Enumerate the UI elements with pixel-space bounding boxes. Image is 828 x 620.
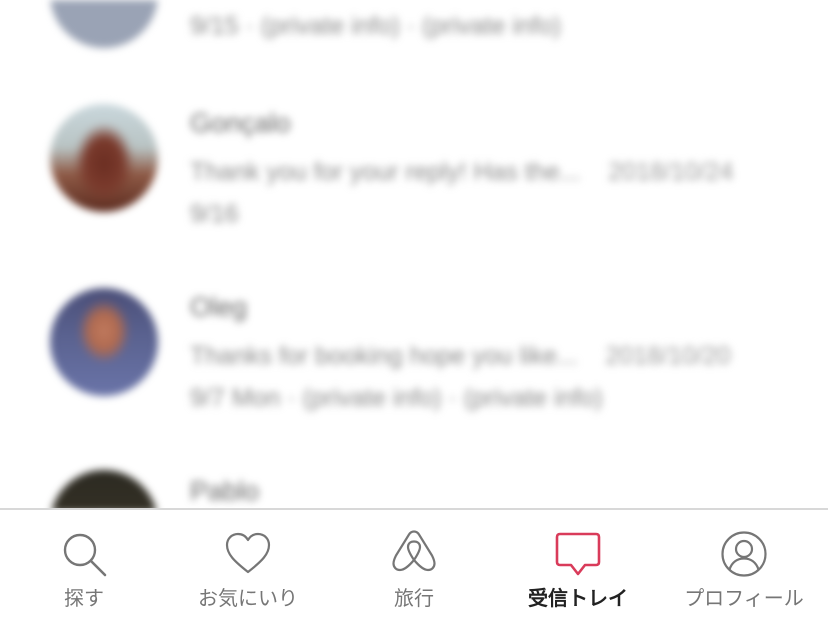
search-icon xyxy=(63,533,107,577)
sender-name: Gonçalo xyxy=(190,108,291,138)
tab-search[interactable]: 探す xyxy=(4,510,164,620)
tab-label: お気にいり xyxy=(198,586,298,610)
message-preview-line: Thanks for booking hope you like... 2018… xyxy=(190,342,731,371)
message-list[interactable]: 9/15 · (private info) · (private info) G… xyxy=(0,0,828,512)
message-date: 2018/10/24 xyxy=(608,158,734,186)
message-date: 2018/10/20 xyxy=(605,342,731,370)
heart-icon xyxy=(225,532,271,574)
tab-favorites[interactable]: お気にいり xyxy=(168,510,328,620)
message-preview-line: Thank you for your reply! Has the... 201… xyxy=(190,158,733,187)
message-bubble-icon xyxy=(555,532,601,576)
tab-profile[interactable]: プロフィール xyxy=(664,510,824,620)
tab-label: 旅行 xyxy=(394,586,434,610)
tab-trips[interactable]: 旅行 xyxy=(334,510,494,620)
message-preview: Thank you for your reply! Has the... xyxy=(190,158,581,186)
bottom-tab-bar: 探す お気にいり 旅行 受信トレイ プロフィール xyxy=(0,508,828,620)
tab-label: プロフィール xyxy=(684,586,804,610)
airbnb-logo-icon xyxy=(392,530,436,572)
thread-details: 9/15 · (private info) · (private info) xyxy=(190,12,561,40)
inbox-screen: 9/15 · (private info) · (private info) G… xyxy=(0,0,828,620)
avatar xyxy=(50,104,158,212)
tab-label: 探す xyxy=(64,586,104,610)
tab-label: 受信トレイ xyxy=(528,586,628,610)
sender-name: Pablo xyxy=(190,476,260,506)
sender-name: Oleg xyxy=(190,292,248,322)
thread-details: 9/7 Mon · (private info) · (private info… xyxy=(190,384,603,412)
avatar xyxy=(50,288,158,396)
thread-details: 9/16 xyxy=(190,200,239,228)
profile-icon xyxy=(721,531,767,577)
avatar xyxy=(50,0,158,48)
message-preview: Thanks for booking hope you like... xyxy=(190,342,578,370)
tab-inbox[interactable]: 受信トレイ xyxy=(498,510,658,620)
avatar xyxy=(50,470,158,512)
